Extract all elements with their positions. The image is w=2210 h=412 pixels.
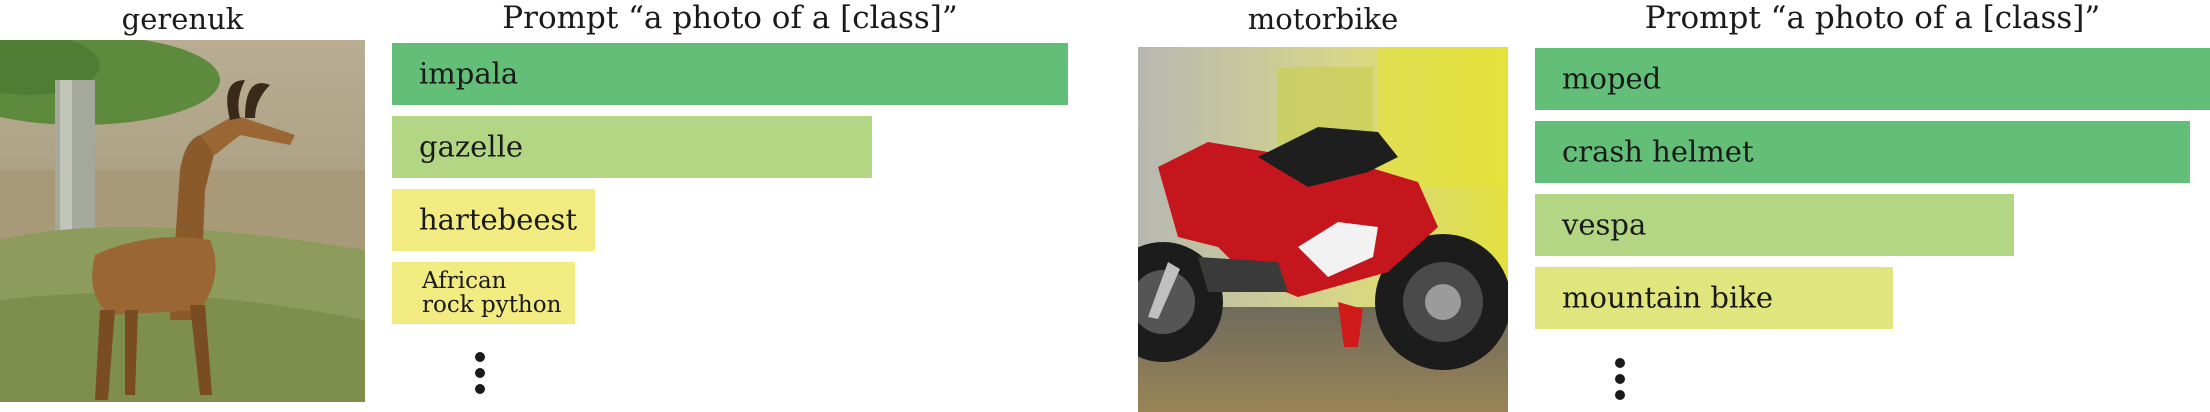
- image-title: gerenuk: [121, 2, 244, 36]
- bar-label: African rock python: [422, 268, 562, 318]
- bar-vespa: vespa: [1535, 194, 2014, 256]
- bar-label: gazelle: [419, 129, 524, 164]
- bar-label: vespa: [1562, 207, 1647, 242]
- image-title: motorbike: [1247, 2, 1399, 36]
- more-ellipsis: [475, 352, 485, 394]
- bar-label: moped: [1562, 61, 1662, 96]
- prompt-title: Prompt “a photo of a [class]”: [1644, 0, 2101, 36]
- prompt-title: Prompt “a photo of a [class]”: [502, 0, 958, 36]
- panel-gerenuk: gerenuk Prompt “a photo of a [class]” im…: [0, 0, 1080, 412]
- panel-motorbike: motorbike Prompt “a photo of a [class]” …: [1138, 0, 2210, 412]
- bar-label: impala: [419, 56, 519, 91]
- bar-label: hartebeest: [419, 202, 578, 237]
- bar-label: mountain bike: [1562, 280, 1774, 315]
- bar-african-rock-python: African rock python: [392, 262, 575, 324]
- gerenuk-photo: [0, 40, 365, 402]
- motorbike-photo: [1138, 47, 1508, 412]
- bar-hartebeest: hartebeest: [392, 189, 595, 251]
- more-ellipsis: [1615, 358, 1625, 400]
- bar-chart: impala gazelle hartebeest African rock pyth…: [392, 43, 1068, 333]
- bar-crash-helmet: crash helmet: [1535, 121, 2190, 183]
- bar-impala: impala: [392, 43, 1068, 105]
- bar-label: crash helmet: [1562, 134, 1754, 169]
- bar-moped: moped: [1535, 48, 2210, 110]
- bar-chart: moped crash helmet vespa mountain bike: [1535, 48, 2210, 338]
- bar-mountain-bike: mountain bike: [1535, 267, 1893, 329]
- bar-gazelle: gazelle: [392, 116, 872, 178]
